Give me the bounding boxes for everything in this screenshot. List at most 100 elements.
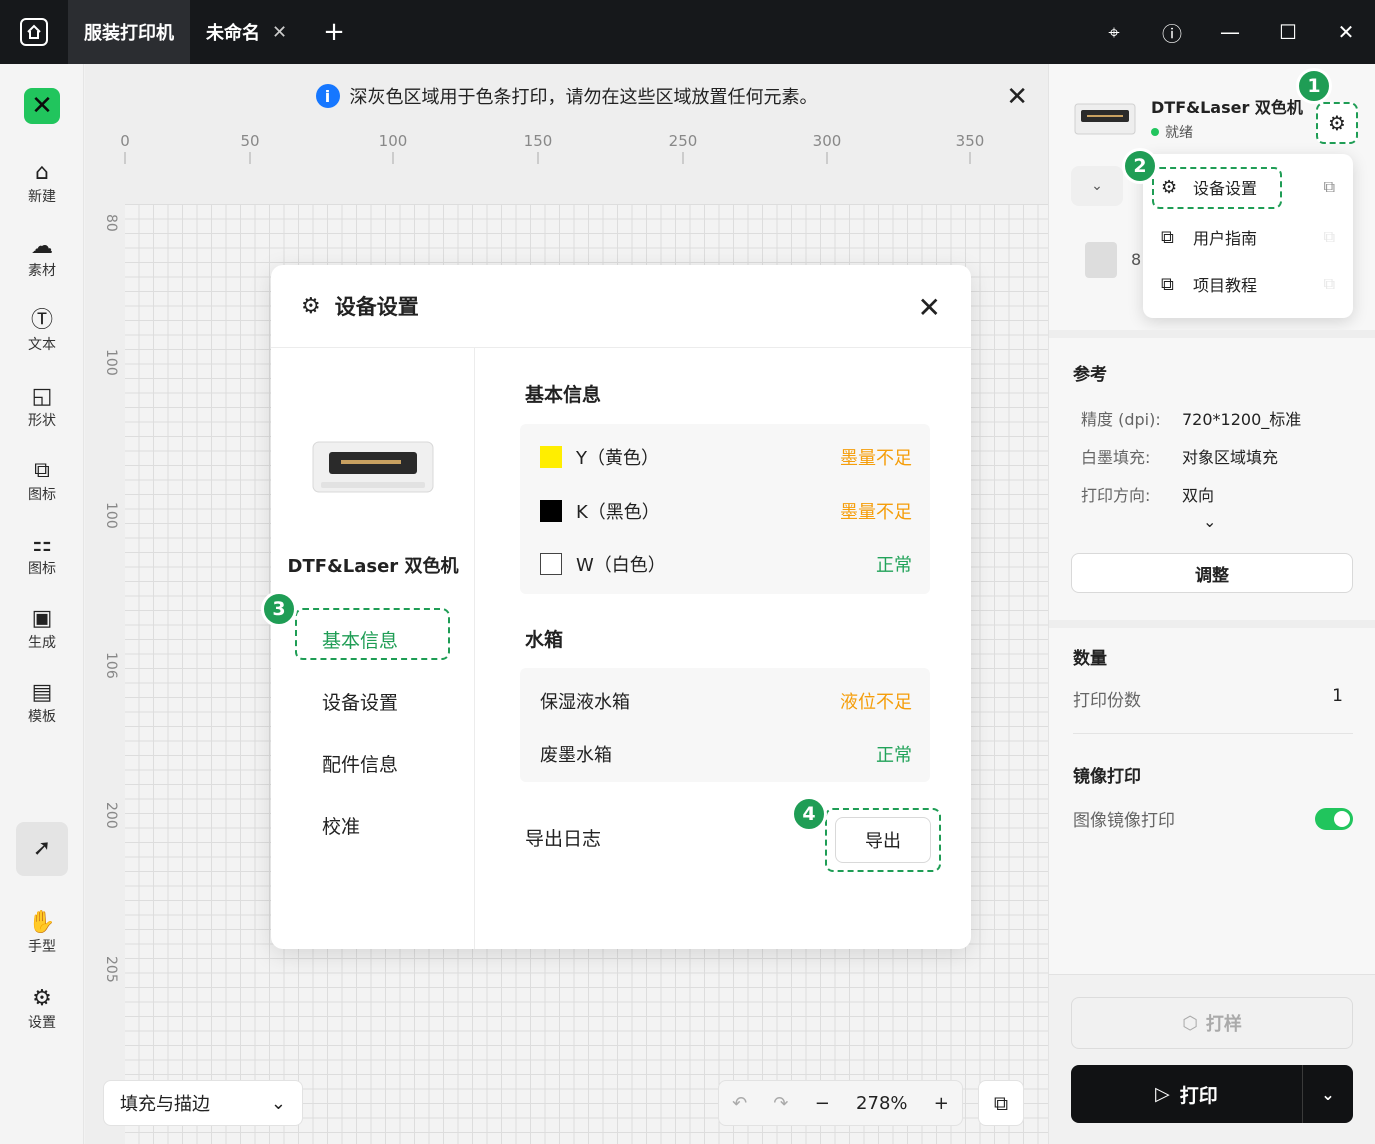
hand-icon: ✋	[28, 910, 56, 935]
ink-name: W（白色）	[576, 555, 666, 576]
cloud-upload-icon: ☁	[31, 234, 53, 259]
status-text: 就绪	[1165, 125, 1193, 141]
redo-icon[interactable]: ↷	[773, 1093, 788, 1114]
settings-icon: ⚙	[32, 986, 52, 1011]
external-link-icon: ⧉	[1323, 177, 1335, 196]
tank-row-moisture: 保湿液水箱 液位不足	[540, 688, 912, 714]
close-icon[interactable]: ✕	[1317, 20, 1375, 44]
nav-device-settings[interactable]: 设备设置	[322, 688, 398, 715]
icons-icon: ⧉	[34, 458, 50, 483]
gear-icon: ⚙	[301, 293, 321, 319]
step-badge-2: 2	[1122, 148, 1158, 184]
printer-mini-label: 8	[1131, 250, 1142, 269]
tab-garment-printer[interactable]: 服装打印机	[68, 0, 190, 64]
ref-key: 白墨填充:	[1081, 448, 1151, 467]
copies-row: 打印份数 1	[1073, 686, 1353, 734]
external-link-icon: ⧉	[1323, 274, 1335, 293]
tool-label: 形状	[28, 413, 56, 429]
nav-accessory-info[interactable]: 配件信息	[322, 750, 398, 777]
zoom-in-icon[interactable]: +	[934, 1093, 949, 1114]
tool-template[interactable]: ▤ 模板	[0, 680, 84, 726]
menu-label: 用户指南	[1193, 229, 1258, 248]
menu-item-user-guide[interactable]: ⧉ 用户指南 ⧉	[1143, 214, 1353, 260]
tool-icons[interactable]: ⧉ 图标	[0, 458, 84, 504]
play-icon: ▷	[1155, 1083, 1170, 1105]
ink-status: 墨量不足	[840, 448, 912, 469]
info-icon[interactable]: ⓘ	[1143, 18, 1201, 47]
layers-icon: ⧉	[993, 1091, 1009, 1115]
printer-name: DTF&Laser 双色机	[1151, 98, 1303, 117]
proof-button[interactable]: ⬡ 打样	[1071, 997, 1353, 1049]
zoom-out-icon[interactable]: −	[815, 1093, 830, 1114]
tool-text[interactable]: Ⓣ 文本	[0, 308, 84, 354]
dialog-sidebar: DTF&Laser 双色机 基本信息 设备设置 配件信息 校准	[271, 348, 475, 949]
menu-item-device-settings[interactable]: ⚙ 设备设置 ⧉	[1143, 164, 1353, 210]
text-icon: Ⓣ	[30, 308, 53, 333]
mirror-toggle[interactable]	[1315, 807, 1353, 830]
menu-item-tutorial[interactable]: ⧉ 项目教程 ⧉	[1143, 261, 1353, 307]
quantity-title: 数量	[1073, 649, 1107, 669]
tool-settings[interactable]: ⚙ 设置	[0, 986, 84, 1032]
tool-label: 手型	[28, 939, 56, 955]
nav-calibration[interactable]: 校准	[322, 812, 360, 839]
ruler-label: 350	[956, 132, 985, 150]
fill-stroke-label: 填充与描边	[120, 1094, 210, 1115]
ref-row-direction: 打印方向: 双向	[1081, 482, 1214, 506]
ruler-left: 80 100 100 106 200 205	[103, 214, 119, 983]
printer-settings-button[interactable]: ⚙	[1316, 102, 1358, 144]
print-button-group: ▷ 打印 ⌄	[1071, 1065, 1353, 1123]
section-divider	[1049, 330, 1375, 338]
select-cursor-icon: ➚	[32, 836, 52, 861]
add-tab-button[interactable]: +	[303, 17, 365, 47]
layers-button[interactable]: ⧉	[978, 1080, 1024, 1126]
ink-status-box: Y（黄色） 墨量不足 K（黑色） 墨量不足 W（白色） 正常	[520, 424, 930, 594]
tool-shape[interactable]: ◱ 形状	[0, 384, 84, 430]
tool-generate[interactable]: ▣ 生成	[0, 606, 84, 652]
tool-grid[interactable]: ⚏ 图标	[0, 532, 84, 578]
status-dot	[1151, 128, 1159, 136]
minimize-icon[interactable]: —	[1201, 20, 1259, 44]
adjust-button[interactable]: 调整	[1071, 553, 1353, 593]
tab-untitled[interactable]: 未命名 ✕	[190, 0, 303, 64]
tank-status-box: 保湿液水箱 液位不足 废墨水箱 正常	[520, 668, 930, 782]
home-button[interactable]	[0, 0, 68, 64]
printer-model: DTF&Laser 双色机	[287, 556, 459, 577]
pin-icon[interactable]: ⌖	[1085, 20, 1143, 44]
export-log-label: 导出日志	[525, 828, 602, 850]
template-icon: ▤	[31, 680, 53, 705]
zoom-level: 278%	[856, 1092, 908, 1114]
tool-select[interactable]: ➚	[16, 822, 68, 876]
maximize-icon[interactable]: ☐	[1259, 20, 1317, 44]
ruler-label: 100	[103, 502, 119, 529]
print-button[interactable]: ▷ 打印	[1071, 1065, 1303, 1123]
export-button[interactable]: 导出	[835, 817, 931, 863]
ruler-label: 200	[103, 802, 119, 829]
tank-status: 正常	[876, 745, 912, 766]
ref-row-dpi: 精度 (dpi): 720*1200_标准	[1081, 406, 1301, 430]
notice-close-icon[interactable]: ✕	[1006, 82, 1028, 112]
nav-basic-info[interactable]: 基本信息	[322, 626, 398, 653]
tool-materials[interactable]: ☁ 素材	[0, 234, 84, 280]
undo-icon[interactable]: ↶	[732, 1093, 747, 1114]
tool-label: 模板	[28, 709, 56, 725]
ref-value: 对象区域填充	[1182, 448, 1279, 467]
tool-label: 新建	[28, 189, 56, 205]
tool-hand[interactable]: ✋ 手型	[0, 910, 84, 956]
tool-label: 文本	[28, 337, 56, 353]
copies-value[interactable]: 1	[1332, 686, 1343, 711]
ruler-label: 250	[669, 132, 698, 150]
right-panel: DTF&Laser 双色机 就绪 ⚙ ⌄ 8 ⚙ 设备设置 ⧉ ⧉ 用户指南 ⧉…	[1048, 64, 1375, 1144]
ruler-label: 0	[120, 132, 130, 150]
fill-stroke-select[interactable]: 填充与描边 ⌄	[103, 1080, 303, 1126]
ink-status: 墨量不足	[840, 502, 912, 523]
printer-dropdown[interactable]: ⌄	[1071, 166, 1123, 206]
copies-label: 打印份数	[1073, 691, 1141, 711]
step-badge-1: 1	[1296, 68, 1332, 104]
tab-close-icon[interactable]: ✕	[272, 22, 287, 43]
home-icon	[20, 18, 48, 46]
gear-icon: ⚙	[1161, 176, 1178, 198]
print-options-chevron-icon[interactable]: ⌄	[1303, 1085, 1353, 1104]
tool-new[interactable]: ⌂ 新建	[0, 160, 84, 206]
dialog-close-icon[interactable]: ✕	[918, 291, 941, 324]
expand-chevron-icon[interactable]: ⌄	[1203, 512, 1216, 531]
